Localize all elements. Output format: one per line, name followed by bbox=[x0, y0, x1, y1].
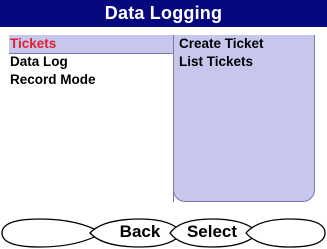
submenu-item-list-tickets[interactable]: List Tickets bbox=[179, 53, 253, 71]
device-screen: Data Logging Tickets Data Log Record Mod… bbox=[0, 0, 327, 249]
softkey-1[interactable] bbox=[1, 218, 104, 248]
menu-item-record-mode[interactable]: Record Mode bbox=[10, 71, 96, 89]
softkey-back-label: Back bbox=[119, 222, 161, 241]
menu-item-data-log[interactable]: Data Log bbox=[10, 53, 68, 71]
softkey-bar: Back Select bbox=[0, 216, 327, 248]
submenu-item-create-ticket[interactable]: Create Ticket bbox=[179, 35, 264, 53]
menu-item-tickets[interactable]: Tickets bbox=[10, 35, 56, 53]
screen-title: Data Logging bbox=[0, 0, 327, 27]
softkey-4[interactable] bbox=[245, 218, 326, 248]
softkey-select-label: Select bbox=[186, 222, 238, 241]
panel-divider bbox=[173, 53, 174, 202]
